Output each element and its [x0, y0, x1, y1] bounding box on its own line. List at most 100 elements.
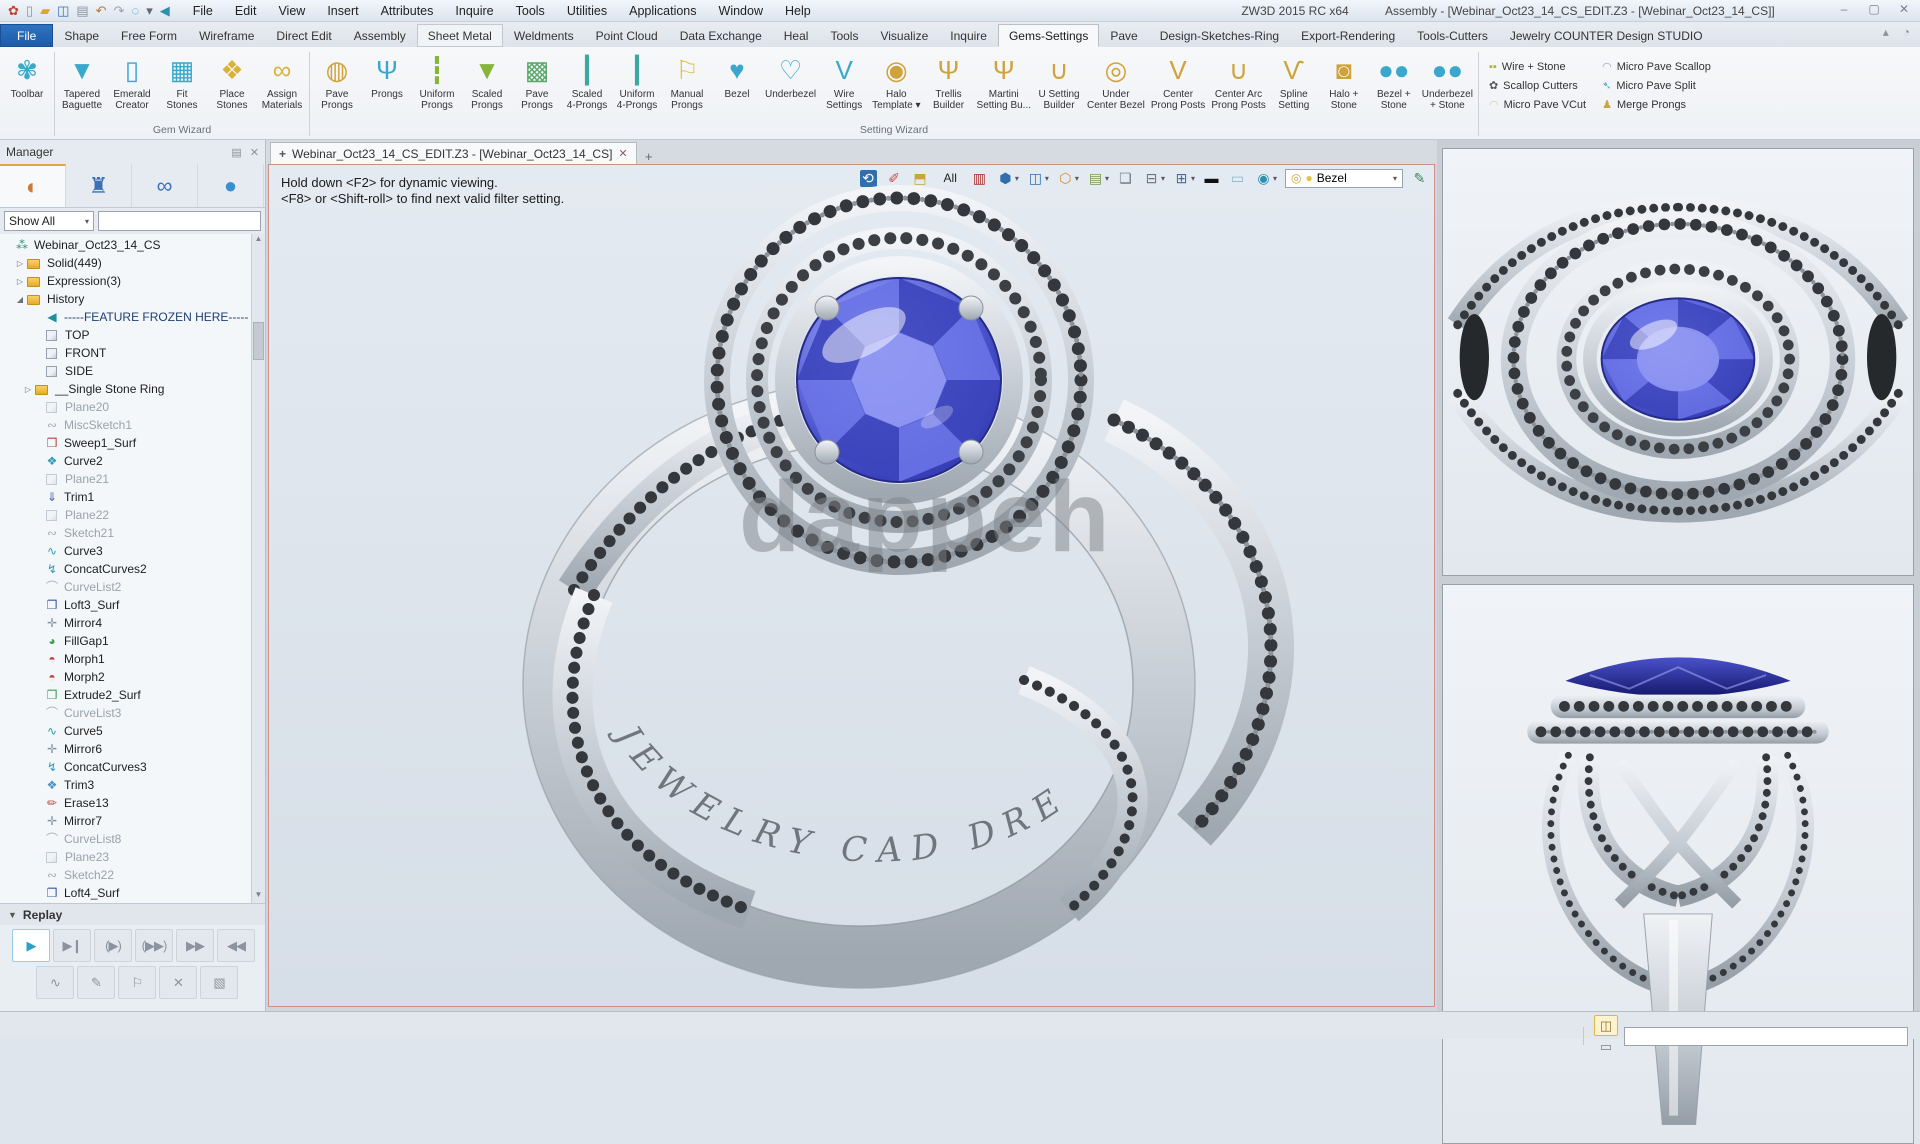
- tree-item[interactable]: ◀ -----FEATURE FROZEN HERE-----: [0, 308, 251, 326]
- ribbon-tab[interactable]: Design-Sketches-Ring: [1149, 24, 1290, 47]
- tree-item[interactable]: ◢ History: [0, 290, 251, 308]
- ribbon-small-button[interactable]: ✿ Scallop Cutters: [1489, 76, 1586, 95]
- menu-item[interactable]: Window: [710, 3, 772, 19]
- ribbon-tab[interactable]: File: [0, 24, 53, 47]
- save-icon[interactable]: ◫: [57, 3, 69, 19]
- tree-item[interactable]: ↯ ConcatCurves2: [0, 560, 251, 578]
- ribbon-tab[interactable]: Weldments: [503, 24, 585, 47]
- tree-item[interactable]: ❖ Trim3: [0, 776, 251, 794]
- tree-item[interactable]: Plane20: [0, 398, 251, 416]
- show-filter-select[interactable]: Show All ▾: [4, 211, 94, 231]
- menu-item[interactable]: Inquire: [446, 3, 502, 19]
- tree-item[interactable]: ⌒ CurveList8: [0, 830, 251, 848]
- ribbon-tab[interactable]: Gems-Settings: [998, 24, 1099, 47]
- tree-expander[interactable]: ◢: [14, 295, 26, 304]
- ribbon-button[interactable]: ◉ Halo Template ▾: [869, 49, 923, 124]
- view-standard-icon[interactable]: ◌: [131, 3, 139, 19]
- ribbon-button[interactable]: ♥ Bezel: [712, 49, 762, 124]
- ribbon-tab[interactable]: Heal: [773, 24, 820, 47]
- ribbon-button[interactable]: ∞ Assign Materials: [257, 49, 307, 124]
- tree-item[interactable]: Plane21: [0, 470, 251, 488]
- replay-play-button[interactable]: ▶: [12, 929, 50, 962]
- ribbon-button[interactable]: ∪ Center Arc Prong Posts: [1208, 49, 1268, 124]
- tree-item[interactable]: Plane22: [0, 506, 251, 524]
- document-tab[interactable]: + Webinar_Oct23_14_CS_EDIT.Z3 - [Webinar…: [270, 142, 637, 164]
- ribbon-button[interactable]: ⚐ Manual Prongs: [662, 49, 712, 124]
- tree-item[interactable]: ✛ Mirror7: [0, 812, 251, 830]
- ribbon-tab[interactable]: Free Form: [110, 24, 188, 47]
- ribbon-tab[interactable]: Export-Rendering: [1290, 24, 1406, 47]
- undo-icon[interactable]: ↶: [96, 3, 107, 19]
- scrollbar-thumb[interactable]: [253, 322, 264, 360]
- tree-expander[interactable]: ▷: [22, 385, 34, 394]
- manager-tab-visibility[interactable]: ∞: [132, 164, 198, 207]
- replay-fast-forward-button[interactable]: ▶▶: [176, 929, 214, 962]
- replay-play-to-feature-button[interactable]: ▶❙: [53, 929, 91, 962]
- ribbon-button[interactable]: ▩ Pave Prongs: [512, 49, 562, 124]
- ribbon-tab[interactable]: Pave: [1099, 24, 1148, 47]
- ribbon-button[interactable]: Ψ Trellis Builder: [924, 49, 974, 124]
- ribbon-help-icon[interactable]: ◔: [1903, 25, 1910, 39]
- tree-item[interactable]: FRONT: [0, 344, 251, 362]
- ribbon-tab[interactable]: Tools: [819, 24, 869, 47]
- new-tab-button[interactable]: +: [637, 149, 661, 164]
- tree-item[interactable]: ∿ Curve5: [0, 722, 251, 740]
- ribbon-tab[interactable]: Data Exchange: [669, 24, 773, 47]
- ribbon-button[interactable]: Ѵ Spline Setting: [1269, 49, 1319, 124]
- manager-close-icon[interactable]: ✕: [250, 146, 259, 159]
- menu-item[interactable]: Applications: [620, 3, 705, 19]
- manager-search-input[interactable]: [98, 211, 261, 231]
- tree-item[interactable]: ❒ Sweep1_Surf: [0, 434, 251, 452]
- tree-item[interactable]: ❒ Loft3_Surf: [0, 596, 251, 614]
- tree-item[interactable]: ↯ ConcatCurves3: [0, 758, 251, 776]
- ribbon-tab[interactable]: Wireframe: [188, 24, 265, 47]
- ribbon-button[interactable]: ▯ Emerald Creator: [107, 49, 157, 124]
- replay-goto-button[interactable]: ⚐: [118, 966, 156, 999]
- replay-play-step-button[interactable]: (▶): [94, 929, 132, 962]
- menu-item[interactable]: Utilities: [558, 3, 616, 19]
- ribbon-button[interactable]: ●● Underbezel + Stone: [1419, 49, 1476, 124]
- replay-play-all-button[interactable]: (▶▶): [135, 929, 173, 962]
- ribbon-button[interactable]: V Center Prong Posts: [1148, 49, 1208, 124]
- manager-list-icon[interactable]: ▤: [231, 146, 241, 159]
- tree-expander[interactable]: ▷: [14, 277, 26, 286]
- redo-icon[interactable]: ↷: [114, 3, 125, 19]
- tree-item[interactable]: ∾ MiscSketch1: [0, 416, 251, 434]
- tree-item[interactable]: ∿ Curve3: [0, 542, 251, 560]
- tree-item[interactable]: ◓ Morph2: [0, 668, 251, 686]
- show-panel-icon[interactable]: ▭: [1594, 1036, 1618, 1057]
- tree-item[interactable]: ❒ Loft4_Surf: [0, 884, 251, 902]
- menu-item[interactable]: Insert: [318, 3, 367, 19]
- ribbon-button[interactable]: ┇ Uniform Prongs: [412, 49, 462, 124]
- back-icon[interactable]: ◀: [160, 3, 170, 19]
- tree-item[interactable]: ❒ Extrude2_Surf: [0, 686, 251, 704]
- manager-tab-assembly[interactable]: ♜: [66, 164, 132, 207]
- show-manager-icon[interactable]: ◫: [1594, 1015, 1618, 1036]
- tree-item[interactable]: ◓ Morph1: [0, 650, 251, 668]
- tree-expander[interactable]: ▷: [14, 259, 26, 268]
- ribbon-small-button[interactable]: ▪▪ Wire + Stone: [1489, 57, 1586, 76]
- scroll-down-icon[interactable]: ▼: [252, 890, 265, 903]
- ribbon-button[interactable]: ▦ Fit Stones: [157, 49, 207, 124]
- maximize-button[interactable]: ▢: [1864, 2, 1884, 16]
- print-icon[interactable]: ▤: [76, 3, 88, 19]
- ribbon-button[interactable]: ┃ Scaled 4-Prongs: [562, 49, 612, 124]
- tree-item[interactable]: ▷ Expression(3): [0, 272, 251, 290]
- menu-item[interactable]: Tools: [507, 3, 554, 19]
- minimize-button[interactable]: –: [1834, 2, 1854, 16]
- manager-tab-render[interactable]: ●: [198, 164, 264, 207]
- tree-item[interactable]: ✛ Mirror4: [0, 614, 251, 632]
- ribbon-tab[interactable]: Shape: [53, 24, 110, 47]
- ribbon-tab[interactable]: Point Cloud: [585, 24, 669, 47]
- ribbon-button[interactable]: ❖ Place Stones: [207, 49, 257, 124]
- ribbon-small-button[interactable]: ♟ Merge Prongs: [1602, 95, 1711, 114]
- front-view-viewport[interactable]: [1442, 584, 1914, 1144]
- ribbon-tab[interactable]: Jewelry COUNTER Design STUDIO: [1499, 24, 1714, 47]
- ribbon-button[interactable]: ∪ U Setting Builder: [1034, 49, 1084, 124]
- replay-rewind-button[interactable]: ◀◀: [217, 929, 255, 962]
- tree-item[interactable]: ✏ Erase13: [0, 794, 251, 812]
- tree-item[interactable]: ▷ __Single Stone Ring: [0, 380, 251, 398]
- ribbon-tab[interactable]: Assembly: [343, 24, 417, 47]
- menu-item[interactable]: File: [184, 3, 222, 19]
- tree-item[interactable]: TOP: [0, 326, 251, 344]
